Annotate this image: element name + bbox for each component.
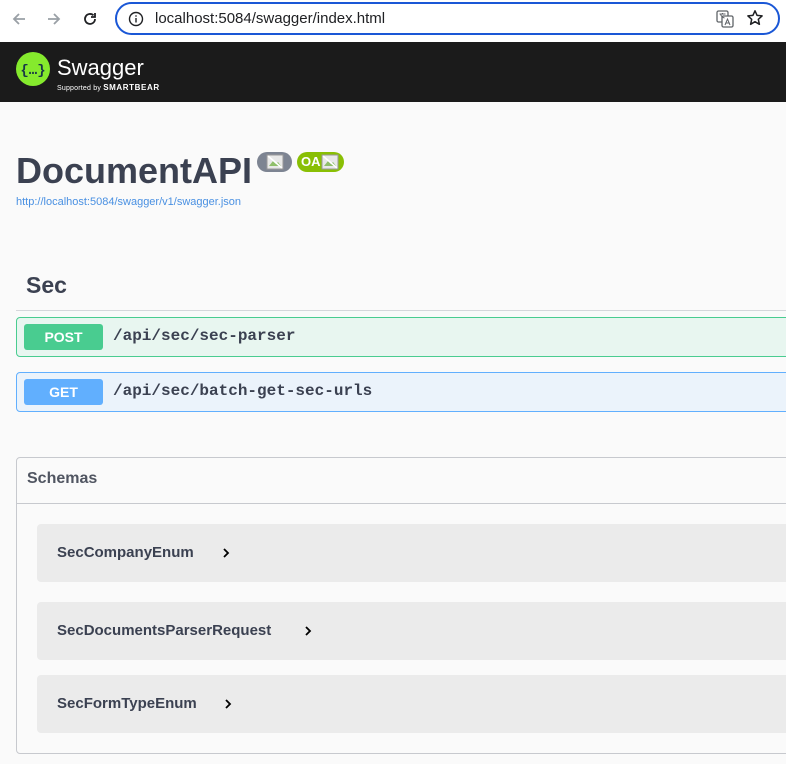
model-sec-company-enum[interactable]: SecCompanyEnum xyxy=(37,524,786,582)
swagger-topbar: {…} Swagger Supported by SMARTBEAR xyxy=(0,42,786,102)
back-arrow-icon[interactable] xyxy=(8,8,30,30)
swagger-brand[interactable]: Swagger xyxy=(57,55,144,81)
swagger-logo-icon[interactable]: {…} xyxy=(16,52,50,86)
schemas-header[interactable]: Schemas xyxy=(17,458,786,504)
schemas-title[interactable]: Schemas xyxy=(27,470,97,488)
method-badge-get[interactable]: GET xyxy=(24,379,103,405)
operation-get-batch-get-sec-urls[interactable]: GET /api/sec/batch-get-sec-urls xyxy=(16,372,786,412)
page-title: DocumentAPI xyxy=(16,150,253,191)
supported-by-text: Supported by xyxy=(57,85,102,92)
forward-arrow-icon[interactable] xyxy=(43,8,65,30)
spec-json-link[interactable]: http://localhost:5084/swagger/v1/swagger… xyxy=(16,196,241,208)
smartbear-tagline: Supported by SMARTBEAR xyxy=(57,83,160,92)
bookmark-star-icon[interactable] xyxy=(746,9,764,27)
svg-text:{…}: {…} xyxy=(20,63,45,79)
chevron-right-icon[interactable] xyxy=(223,698,233,710)
broken-image-icon xyxy=(266,154,284,170)
operation-post-sec-parser[interactable]: POST /api/sec/sec-parser xyxy=(16,317,786,357)
version-badge xyxy=(257,152,292,172)
tag-section-sec[interactable]: Sec xyxy=(26,272,67,299)
url-text[interactable]: localhost:5084/swagger/index.html xyxy=(155,10,385,27)
swagger-main: DocumentAPI OA http://localhost:5084/swa… xyxy=(0,102,786,764)
address-bar[interactable]: localhost:5084/swagger/index.html xyxy=(115,2,780,35)
schemas-section: Schemas SecCompanyEnum SecDocumentsParse… xyxy=(16,457,786,754)
model-sec-documents-parser-request[interactable]: SecDocumentsParserRequest xyxy=(37,602,786,660)
smartbear-text: SMARTBEAR xyxy=(103,83,160,92)
model-name[interactable]: SecCompanyEnum xyxy=(57,544,194,561)
reload-icon[interactable] xyxy=(79,8,101,30)
tag-divider xyxy=(16,310,786,311)
site-info-icon[interactable] xyxy=(128,11,144,27)
chevron-right-icon[interactable] xyxy=(303,625,313,637)
model-name[interactable]: SecDocumentsParserRequest xyxy=(57,622,271,639)
model-sec-form-type-enum[interactable]: SecFormTypeEnum xyxy=(37,675,786,733)
translate-icon[interactable] xyxy=(716,10,734,28)
operation-path[interactable]: /api/sec/batch-get-sec-urls xyxy=(113,382,372,400)
chevron-right-icon[interactable] xyxy=(221,547,231,559)
broken-image-icon xyxy=(321,154,339,170)
oas-badge: OA xyxy=(297,152,344,172)
model-name[interactable]: SecFormTypeEnum xyxy=(57,695,197,712)
oas-badge-text: OA xyxy=(301,154,321,169)
method-badge-post[interactable]: POST xyxy=(24,324,103,350)
browser-toolbar: localhost:5084/swagger/index.html xyxy=(0,0,786,42)
operation-path[interactable]: /api/sec/sec-parser xyxy=(113,327,295,345)
